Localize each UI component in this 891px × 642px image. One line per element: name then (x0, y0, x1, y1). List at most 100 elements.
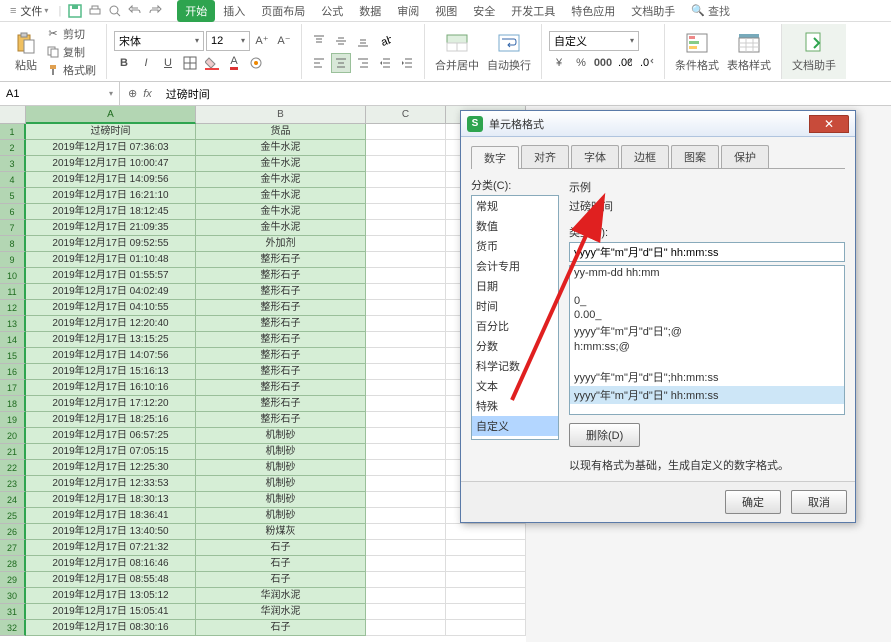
row-head[interactable]: 18 (0, 396, 26, 412)
type-item[interactable] (570, 280, 844, 294)
ribbon-tab-10[interactable]: 文档助手 (623, 0, 683, 22)
cell[interactable] (366, 620, 446, 636)
cell[interactable]: 2019年12月17日 13:15:25 (26, 332, 196, 348)
type-list[interactable]: yy-mm-dd hh:mm 0_0.00_yyyy"年"m"月"d"日";@h… (569, 265, 845, 415)
ribbon-tab-2[interactable]: 页面布局 (253, 0, 313, 22)
dialog-tab-0[interactable]: 数字 (471, 146, 519, 169)
dialog-tab-2[interactable]: 字体 (571, 145, 619, 168)
row-head[interactable]: 21 (0, 444, 26, 460)
cell[interactable] (446, 572, 526, 588)
cell[interactable]: 机制砂 (196, 460, 366, 476)
row-head[interactable]: 32 (0, 620, 26, 636)
cell[interactable]: 2019年12月17日 07:05:15 (26, 444, 196, 460)
cell[interactable]: 整形石子 (196, 268, 366, 284)
cell[interactable] (446, 604, 526, 620)
category-item[interactable]: 自定义 (472, 416, 558, 436)
name-box[interactable]: ▾ (0, 82, 120, 105)
cell[interactable] (446, 588, 526, 604)
dialog-titlebar[interactable]: S 单元格格式 ✕ (461, 111, 855, 137)
cell[interactable]: 2019年12月17日 10:00:47 (26, 156, 196, 172)
row-head[interactable]: 25 (0, 508, 26, 524)
cell[interactable]: 外加剂 (196, 236, 366, 252)
comma-icon[interactable]: 000 (593, 53, 613, 73)
cell[interactable]: 整形石子 (196, 284, 366, 300)
align-bottom-icon[interactable] (353, 31, 373, 51)
doc-helper-button[interactable]: 文档助手 (788, 29, 840, 75)
category-item[interactable]: 货币 (472, 236, 558, 256)
ribbon-tab-6[interactable]: 视图 (427, 0, 465, 22)
cell[interactable] (366, 284, 446, 300)
decrease-indent-icon[interactable] (375, 53, 395, 73)
type-item[interactable]: 0.00_ (570, 308, 844, 322)
cell[interactable] (366, 188, 446, 204)
formula-input[interactable]: 过磅时间 (160, 86, 891, 102)
cell[interactable] (366, 348, 446, 364)
ribbon-tab-8[interactable]: 开发工具 (503, 0, 563, 22)
type-item[interactable] (570, 354, 844, 368)
cell[interactable]: 金牛水泥 (196, 172, 366, 188)
select-all-corner[interactable] (0, 106, 26, 124)
cell[interactable] (366, 268, 446, 284)
cell[interactable]: 2019年12月17日 18:30:13 (26, 492, 196, 508)
merge-button[interactable]: 合并居中 (431, 29, 483, 75)
cell[interactable]: 2019年12月17日 15:05:41 (26, 604, 196, 620)
cell[interactable]: 华润水泥 (196, 588, 366, 604)
decrease-decimal-icon[interactable]: .0 (637, 53, 657, 73)
ok-button[interactable]: 确定 (725, 490, 781, 514)
cell[interactable] (446, 540, 526, 556)
cell[interactable]: 2019年12月17日 21:09:35 (26, 220, 196, 236)
cell[interactable] (366, 540, 446, 556)
align-right-icon[interactable] (353, 53, 373, 73)
cell[interactable] (366, 476, 446, 492)
cell[interactable]: 2019年12月17日 08:16:46 (26, 556, 196, 572)
cell[interactable] (366, 140, 446, 156)
paste-button[interactable]: 粘贴 (10, 29, 42, 75)
cell[interactable] (366, 444, 446, 460)
cell[interactable]: 2019年12月17日 08:30:16 (26, 620, 196, 636)
cell[interactable] (366, 428, 446, 444)
cell[interactable]: 2019年12月17日 18:25:16 (26, 412, 196, 428)
type-item[interactable]: yy-mm-dd hh:mm (570, 266, 844, 280)
cell[interactable] (366, 236, 446, 252)
cell[interactable] (366, 124, 446, 140)
cell[interactable] (366, 316, 446, 332)
italic-icon[interactable]: I (136, 53, 156, 73)
category-item[interactable]: 科学记数 (472, 356, 558, 376)
cell[interactable]: 过磅时间 (26, 124, 196, 140)
cell[interactable]: 整形石子 (196, 332, 366, 348)
spreadsheet-grid[interactable]: ABCD1过磅时间货品22019年12月17日 07:36:03金牛水泥3201… (0, 106, 526, 642)
increase-indent-icon[interactable] (397, 53, 417, 73)
row-head[interactable]: 2 (0, 140, 26, 156)
cell[interactable] (366, 492, 446, 508)
row-head[interactable]: 4 (0, 172, 26, 188)
cell[interactable]: 整形石子 (196, 364, 366, 380)
row-head[interactable]: 23 (0, 476, 26, 492)
row-head[interactable]: 3 (0, 156, 26, 172)
cell[interactable] (366, 156, 446, 172)
cell[interactable]: 2019年12月17日 13:05:12 (26, 588, 196, 604)
cell[interactable]: 华润水泥 (196, 604, 366, 620)
row-head[interactable]: 9 (0, 252, 26, 268)
align-center-icon[interactable] (331, 53, 351, 73)
row-head[interactable]: 19 (0, 412, 26, 428)
type-item[interactable]: 0_ (570, 294, 844, 308)
row-head[interactable]: 20 (0, 428, 26, 444)
category-item[interactable]: 分数 (472, 336, 558, 356)
ribbon-tab-0[interactable]: 开始 (177, 0, 215, 22)
cell[interactable] (446, 524, 526, 540)
cell[interactable]: 石子 (196, 540, 366, 556)
table-style-button[interactable]: 表格样式 (723, 29, 775, 75)
type-input[interactable] (569, 242, 845, 262)
row-head[interactable]: 29 (0, 572, 26, 588)
cell[interactable]: 2019年12月17日 16:10:16 (26, 380, 196, 396)
category-item[interactable]: 会计专用 (472, 256, 558, 276)
type-item[interactable]: h:mm:ss;@ (570, 340, 844, 354)
cell[interactable] (366, 332, 446, 348)
category-item[interactable]: 百分比 (472, 316, 558, 336)
ribbon-tab-3[interactable]: 公式 (313, 0, 351, 22)
cell[interactable]: 机制砂 (196, 476, 366, 492)
cell[interactable] (366, 300, 446, 316)
save-icon[interactable] (66, 2, 84, 20)
cell[interactable] (366, 460, 446, 476)
cell[interactable]: 石子 (196, 620, 366, 636)
